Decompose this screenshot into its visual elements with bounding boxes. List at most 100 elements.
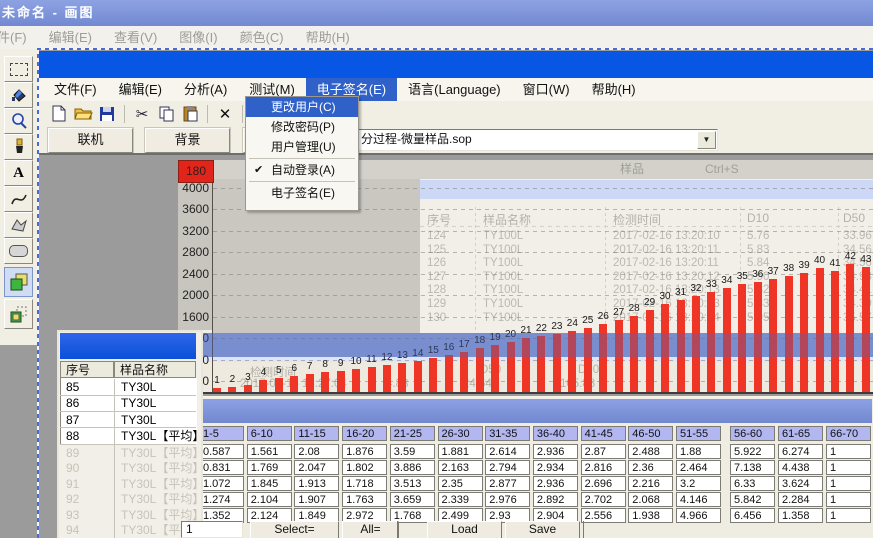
dist-cell[interactable]: 1 bbox=[826, 508, 871, 523]
dist-cell[interactable]: 1.938 bbox=[628, 508, 673, 523]
dist-cell[interactable]: 2.104 bbox=[247, 492, 292, 507]
dist-cell[interactable]: 1 bbox=[826, 444, 871, 459]
dist-cell[interactable]: 1.072 bbox=[199, 476, 244, 491]
cut-icon[interactable]: ✂ bbox=[132, 104, 152, 124]
app-menu-item-1[interactable]: 编辑(E) bbox=[108, 78, 173, 101]
copy-icon[interactable] bbox=[156, 104, 176, 124]
dist-cell[interactable]: 1.802 bbox=[342, 460, 387, 475]
curve-tool-icon[interactable] bbox=[4, 186, 33, 212]
dist-cell[interactable]: 3.59 bbox=[390, 444, 435, 459]
dist-cell[interactable]: 2.36 bbox=[628, 460, 673, 475]
count-input[interactable]: 1 bbox=[181, 521, 243, 538]
open-folder-icon[interactable] bbox=[73, 104, 93, 124]
dist-cell[interactable]: 1.274 bbox=[199, 492, 244, 507]
dist-cell[interactable]: 6.456 bbox=[730, 508, 775, 523]
left-table-titlebar[interactable] bbox=[60, 333, 196, 359]
cube-3d-tool-icon[interactable] bbox=[4, 267, 33, 297]
all-button[interactable]: All= bbox=[342, 521, 399, 538]
dist-cell[interactable]: 2.047 bbox=[294, 460, 339, 475]
dist-cell[interactable]: 1.88 bbox=[676, 444, 721, 459]
dist-cell[interactable]: 3.513 bbox=[390, 476, 435, 491]
dist-cell[interactable]: 1.876 bbox=[342, 444, 387, 459]
dropdown-item-1[interactable]: 修改密码(P) bbox=[246, 117, 358, 137]
dist-cell[interactable]: 2.794 bbox=[485, 460, 530, 475]
dist-cell[interactable]: 2.934 bbox=[533, 460, 578, 475]
dropdown-item-4[interactable]: 自动登录(A)✔ bbox=[246, 160, 358, 180]
dist-cell[interactable]: 1.561 bbox=[247, 444, 292, 459]
paste-icon[interactable] bbox=[180, 104, 200, 124]
app-menu-item-5[interactable]: 语言(Language) bbox=[397, 78, 512, 101]
fill-tool-icon[interactable] bbox=[4, 82, 33, 108]
delete-icon[interactable]: ✕ bbox=[215, 104, 235, 124]
dropdown-item-6[interactable]: 电子签名(E) bbox=[246, 183, 358, 203]
dist-cell[interactable]: 2.877 bbox=[485, 476, 530, 491]
dist-cell[interactable]: 3.659 bbox=[390, 492, 435, 507]
polygon-tool-icon[interactable] bbox=[4, 212, 33, 238]
dist-cell[interactable]: 5.922 bbox=[730, 444, 775, 459]
select-tool-icon[interactable] bbox=[4, 56, 33, 82]
dist-cell[interactable]: 1.913 bbox=[294, 476, 339, 491]
dist-cell[interactable]: 1 bbox=[826, 460, 871, 475]
app-menu-item-6[interactable]: 窗口(W) bbox=[512, 78, 581, 101]
paint-menu-item-2[interactable]: 查看(V) bbox=[103, 26, 168, 49]
dist-cell[interactable]: 2.702 bbox=[581, 492, 626, 507]
rounded-rect-tool-icon[interactable] bbox=[4, 238, 33, 264]
dist-cell[interactable]: 2.35 bbox=[438, 476, 483, 491]
dist-cell[interactable]: 2.339 bbox=[438, 492, 483, 507]
cube-3d-alt-tool-icon[interactable] bbox=[4, 299, 33, 329]
dist-cell[interactable]: 2.976 bbox=[485, 492, 530, 507]
dropdown-item-0[interactable]: 更改用户(C) bbox=[246, 97, 358, 117]
dist-cell[interactable]: 2.936 bbox=[533, 444, 578, 459]
app-titlebar[interactable] bbox=[39, 51, 873, 78]
app-menu-item-7[interactable]: 帮助(H) bbox=[581, 78, 647, 101]
online-button[interactable]: 联机 bbox=[48, 128, 133, 153]
dist-cell[interactable]: 2.284 bbox=[778, 492, 823, 507]
dist-cell[interactable]: 2.216 bbox=[628, 476, 673, 491]
dist-cell[interactable]: 1.845 bbox=[247, 476, 292, 491]
dist-cell[interactable]: 1 bbox=[826, 476, 871, 491]
distribution-titlebar[interactable] bbox=[196, 399, 872, 423]
dist-cell[interactable]: 2.936 bbox=[533, 476, 578, 491]
save-icon[interactable] bbox=[97, 104, 117, 124]
select-button[interactable]: Select= bbox=[250, 521, 339, 538]
dist-cell[interactable]: 2.163 bbox=[438, 460, 483, 475]
dist-cell[interactable]: 7.138 bbox=[730, 460, 775, 475]
dist-cell[interactable]: 5.842 bbox=[730, 492, 775, 507]
dist-cell[interactable]: 2.488 bbox=[628, 444, 673, 459]
background-button[interactable]: 背景 bbox=[145, 128, 230, 153]
paint-menu-item-5[interactable]: 帮助(H) bbox=[295, 26, 361, 49]
app-menu-item-0[interactable]: 文件(F) bbox=[43, 78, 108, 101]
dist-cell[interactable]: 4.146 bbox=[676, 492, 721, 507]
dist-cell[interactable]: 1.881 bbox=[438, 444, 483, 459]
dist-cell[interactable]: 3.624 bbox=[778, 476, 823, 491]
dist-cell[interactable]: 6.33 bbox=[730, 476, 775, 491]
combobox-dropdown-arrow-icon[interactable]: ▼ bbox=[697, 131, 716, 149]
dist-cell[interactable]: 1.718 bbox=[342, 476, 387, 491]
paint-menu-item-1[interactable]: 编辑(E) bbox=[38, 26, 103, 49]
paint-menu-item-3[interactable]: 图像(I) bbox=[168, 26, 228, 49]
dist-cell[interactable]: 2.08 bbox=[294, 444, 339, 459]
dropdown-item-2[interactable]: 用户管理(U) bbox=[246, 137, 358, 157]
load-button[interactable]: Load bbox=[427, 521, 502, 538]
dist-cell[interactable]: 0.831 bbox=[199, 460, 244, 475]
dist-cell[interactable]: 1.907 bbox=[294, 492, 339, 507]
dist-cell[interactable]: 2.87 bbox=[581, 444, 626, 459]
dist-cell[interactable]: 2.892 bbox=[533, 492, 578, 507]
save-button[interactable]: Save bbox=[505, 521, 580, 538]
dist-cell[interactable]: 3.2 bbox=[676, 476, 721, 491]
dist-cell[interactable]: 1.769 bbox=[247, 460, 292, 475]
brush-tool-icon[interactable] bbox=[4, 134, 33, 160]
dist-cell[interactable]: 4.966 bbox=[676, 508, 721, 523]
dist-cell[interactable]: 6.274 bbox=[778, 444, 823, 459]
zoom-tool-icon[interactable] bbox=[4, 108, 33, 134]
dist-cell[interactable]: 0.587 bbox=[199, 444, 244, 459]
text-tool-icon[interactable]: A bbox=[4, 160, 33, 186]
dist-cell[interactable]: 1 bbox=[826, 492, 871, 507]
dist-cell[interactable]: 2.464 bbox=[676, 460, 721, 475]
app-menu-item-2[interactable]: 分析(A) bbox=[173, 78, 238, 101]
paint-menu-item-0[interactable]: 文件(F) bbox=[0, 26, 38, 49]
sop-combobox[interactable]: 分过程-微量样品.sop ▼ bbox=[355, 129, 718, 151]
dist-cell[interactable]: 2.696 bbox=[581, 476, 626, 491]
dist-cell[interactable]: 1.763 bbox=[342, 492, 387, 507]
paint-menu-item-4[interactable]: 颜色(C) bbox=[229, 26, 295, 49]
